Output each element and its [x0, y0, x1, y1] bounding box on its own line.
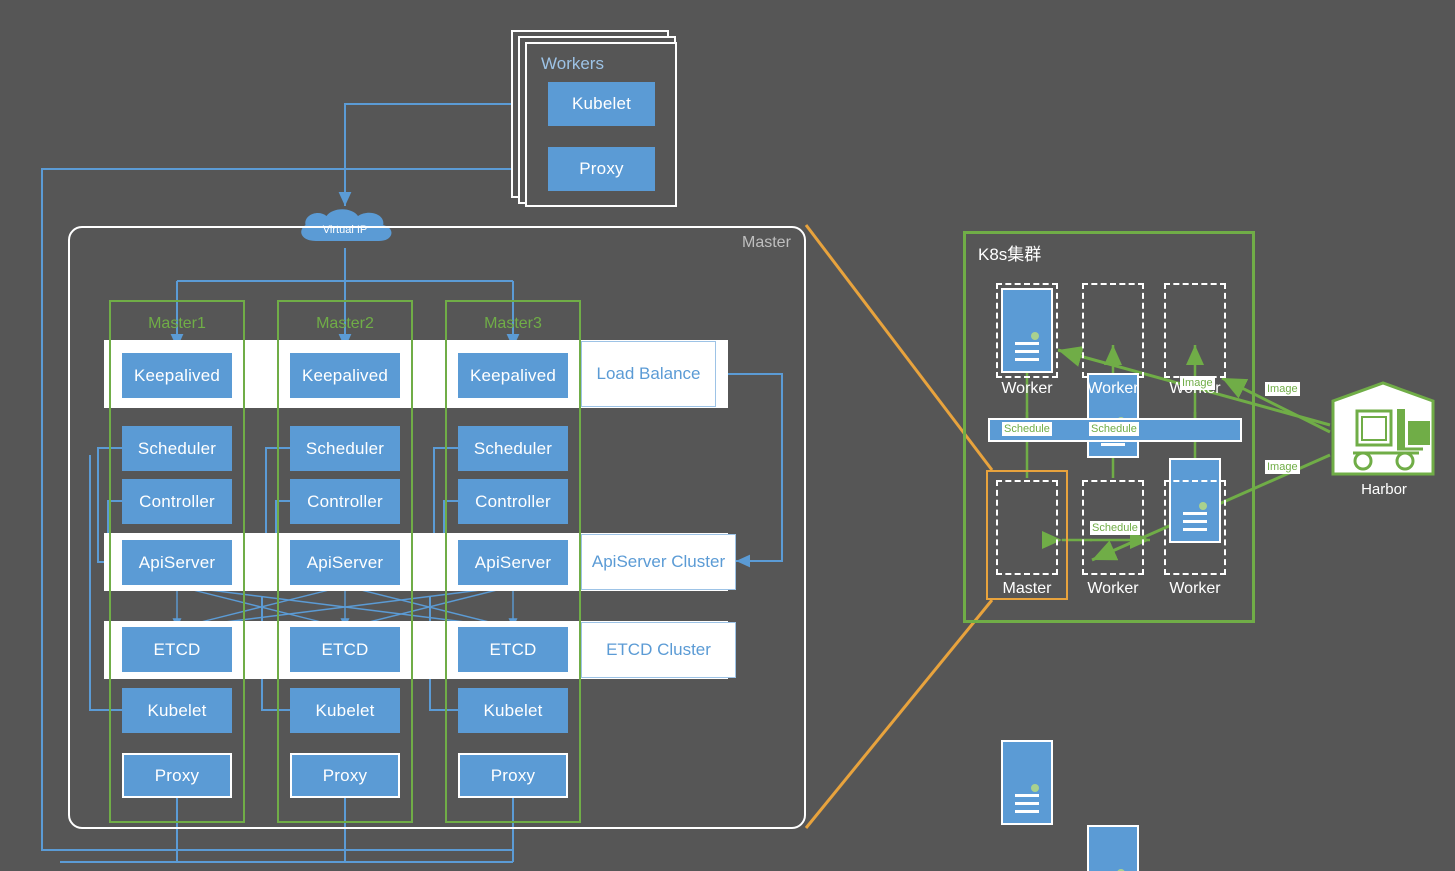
k8s-master-node[interactable]	[1001, 740, 1053, 825]
workers-proxy-box[interactable]: Proxy	[548, 147, 655, 191]
harbor-label: Harbor	[1361, 481, 1407, 498]
node-rack-lines-icon	[1015, 793, 1039, 818]
master2-scheduler[interactable]: Scheduler	[290, 426, 400, 471]
master2-proxy[interactable]: Proxy	[290, 753, 400, 798]
master3-kubelet[interactable]: Kubelet	[458, 688, 568, 733]
node-status-dot	[1031, 332, 1039, 341]
master1-keepalived[interactable]: Keepalived	[122, 353, 232, 398]
master3-keepalived[interactable]: Keepalived	[458, 353, 568, 398]
image-tag-2: Image	[1265, 382, 1300, 396]
k8s-top-node-2-caption: Worker	[1087, 380, 1139, 397]
master2-keepalived[interactable]: Keepalived	[290, 353, 400, 398]
master3-proxy[interactable]: Proxy	[458, 753, 568, 798]
k8s-bottom-node-1-frame[interactable]	[996, 480, 1058, 575]
load-balance-label: Load Balance	[581, 341, 716, 407]
master1-scheduler[interactable]: Scheduler	[122, 426, 232, 471]
k8s-bottom-node-2-caption: Worker	[1087, 580, 1139, 597]
schedule-tag-1: Schedule	[1002, 422, 1052, 436]
inner-schedule-tag: Schedule	[1090, 521, 1140, 535]
node-rack-lines-icon	[1015, 341, 1039, 366]
master1-etcd[interactable]: ETCD	[122, 627, 232, 672]
master1-kubelet[interactable]: Kubelet	[122, 688, 232, 733]
k8s-bottom-node-3-frame[interactable]	[1164, 480, 1226, 575]
image-tag-1: Image	[1180, 376, 1215, 390]
master1-apiserver[interactable]: ApiServer	[122, 540, 232, 585]
master3-controller[interactable]: Controller	[458, 479, 568, 524]
master3-scheduler[interactable]: Scheduler	[458, 426, 568, 471]
workers-kubelet-box[interactable]: Kubelet	[548, 82, 655, 126]
master2-controller[interactable]: Controller	[290, 479, 400, 524]
master1-proxy[interactable]: Proxy	[122, 753, 232, 798]
k8s-master-node-caption: Master	[1002, 580, 1052, 597]
k8s-bottom-node-3-caption: Worker	[1169, 580, 1221, 597]
master3-etcd[interactable]: ETCD	[458, 627, 568, 672]
diagram-canvas: Workers Kubelet Proxy Virtual IP Master …	[0, 0, 1455, 871]
harbor-icon[interactable]	[1331, 381, 1437, 476]
k8s-cluster-title: K8s集群	[978, 245, 1042, 264]
master1-controller[interactable]: Controller	[122, 479, 232, 524]
k8s-top-node-3-frame[interactable]	[1164, 283, 1226, 378]
master2-kubelet[interactable]: Kubelet	[290, 688, 400, 733]
apiserver-cluster-label: ApiServer Cluster	[581, 534, 736, 590]
image-tag-3: Image	[1265, 460, 1300, 474]
master2-etcd[interactable]: ETCD	[290, 627, 400, 672]
master-container-label: Master	[742, 234, 791, 251]
master2-apiserver[interactable]: ApiServer	[290, 540, 400, 585]
master3-label: Master3	[484, 315, 542, 332]
workers-card-title: Workers	[541, 54, 604, 73]
k8s-top-node-2-frame[interactable]	[1082, 283, 1144, 378]
node-status-dot	[1031, 784, 1039, 793]
schedule-tag-2: Schedule	[1089, 422, 1139, 436]
k8s-top-node-1-caption: Worker	[1001, 380, 1053, 397]
master2-label: Master2	[316, 315, 374, 332]
master3-apiserver[interactable]: ApiServer	[458, 540, 568, 585]
master1-label: Master1	[148, 315, 206, 332]
etcd-cluster-label: ETCD Cluster	[581, 622, 736, 678]
k8s-bottom-node-2[interactable]	[1087, 825, 1139, 871]
k8s-top-node-1[interactable]	[1001, 288, 1053, 373]
